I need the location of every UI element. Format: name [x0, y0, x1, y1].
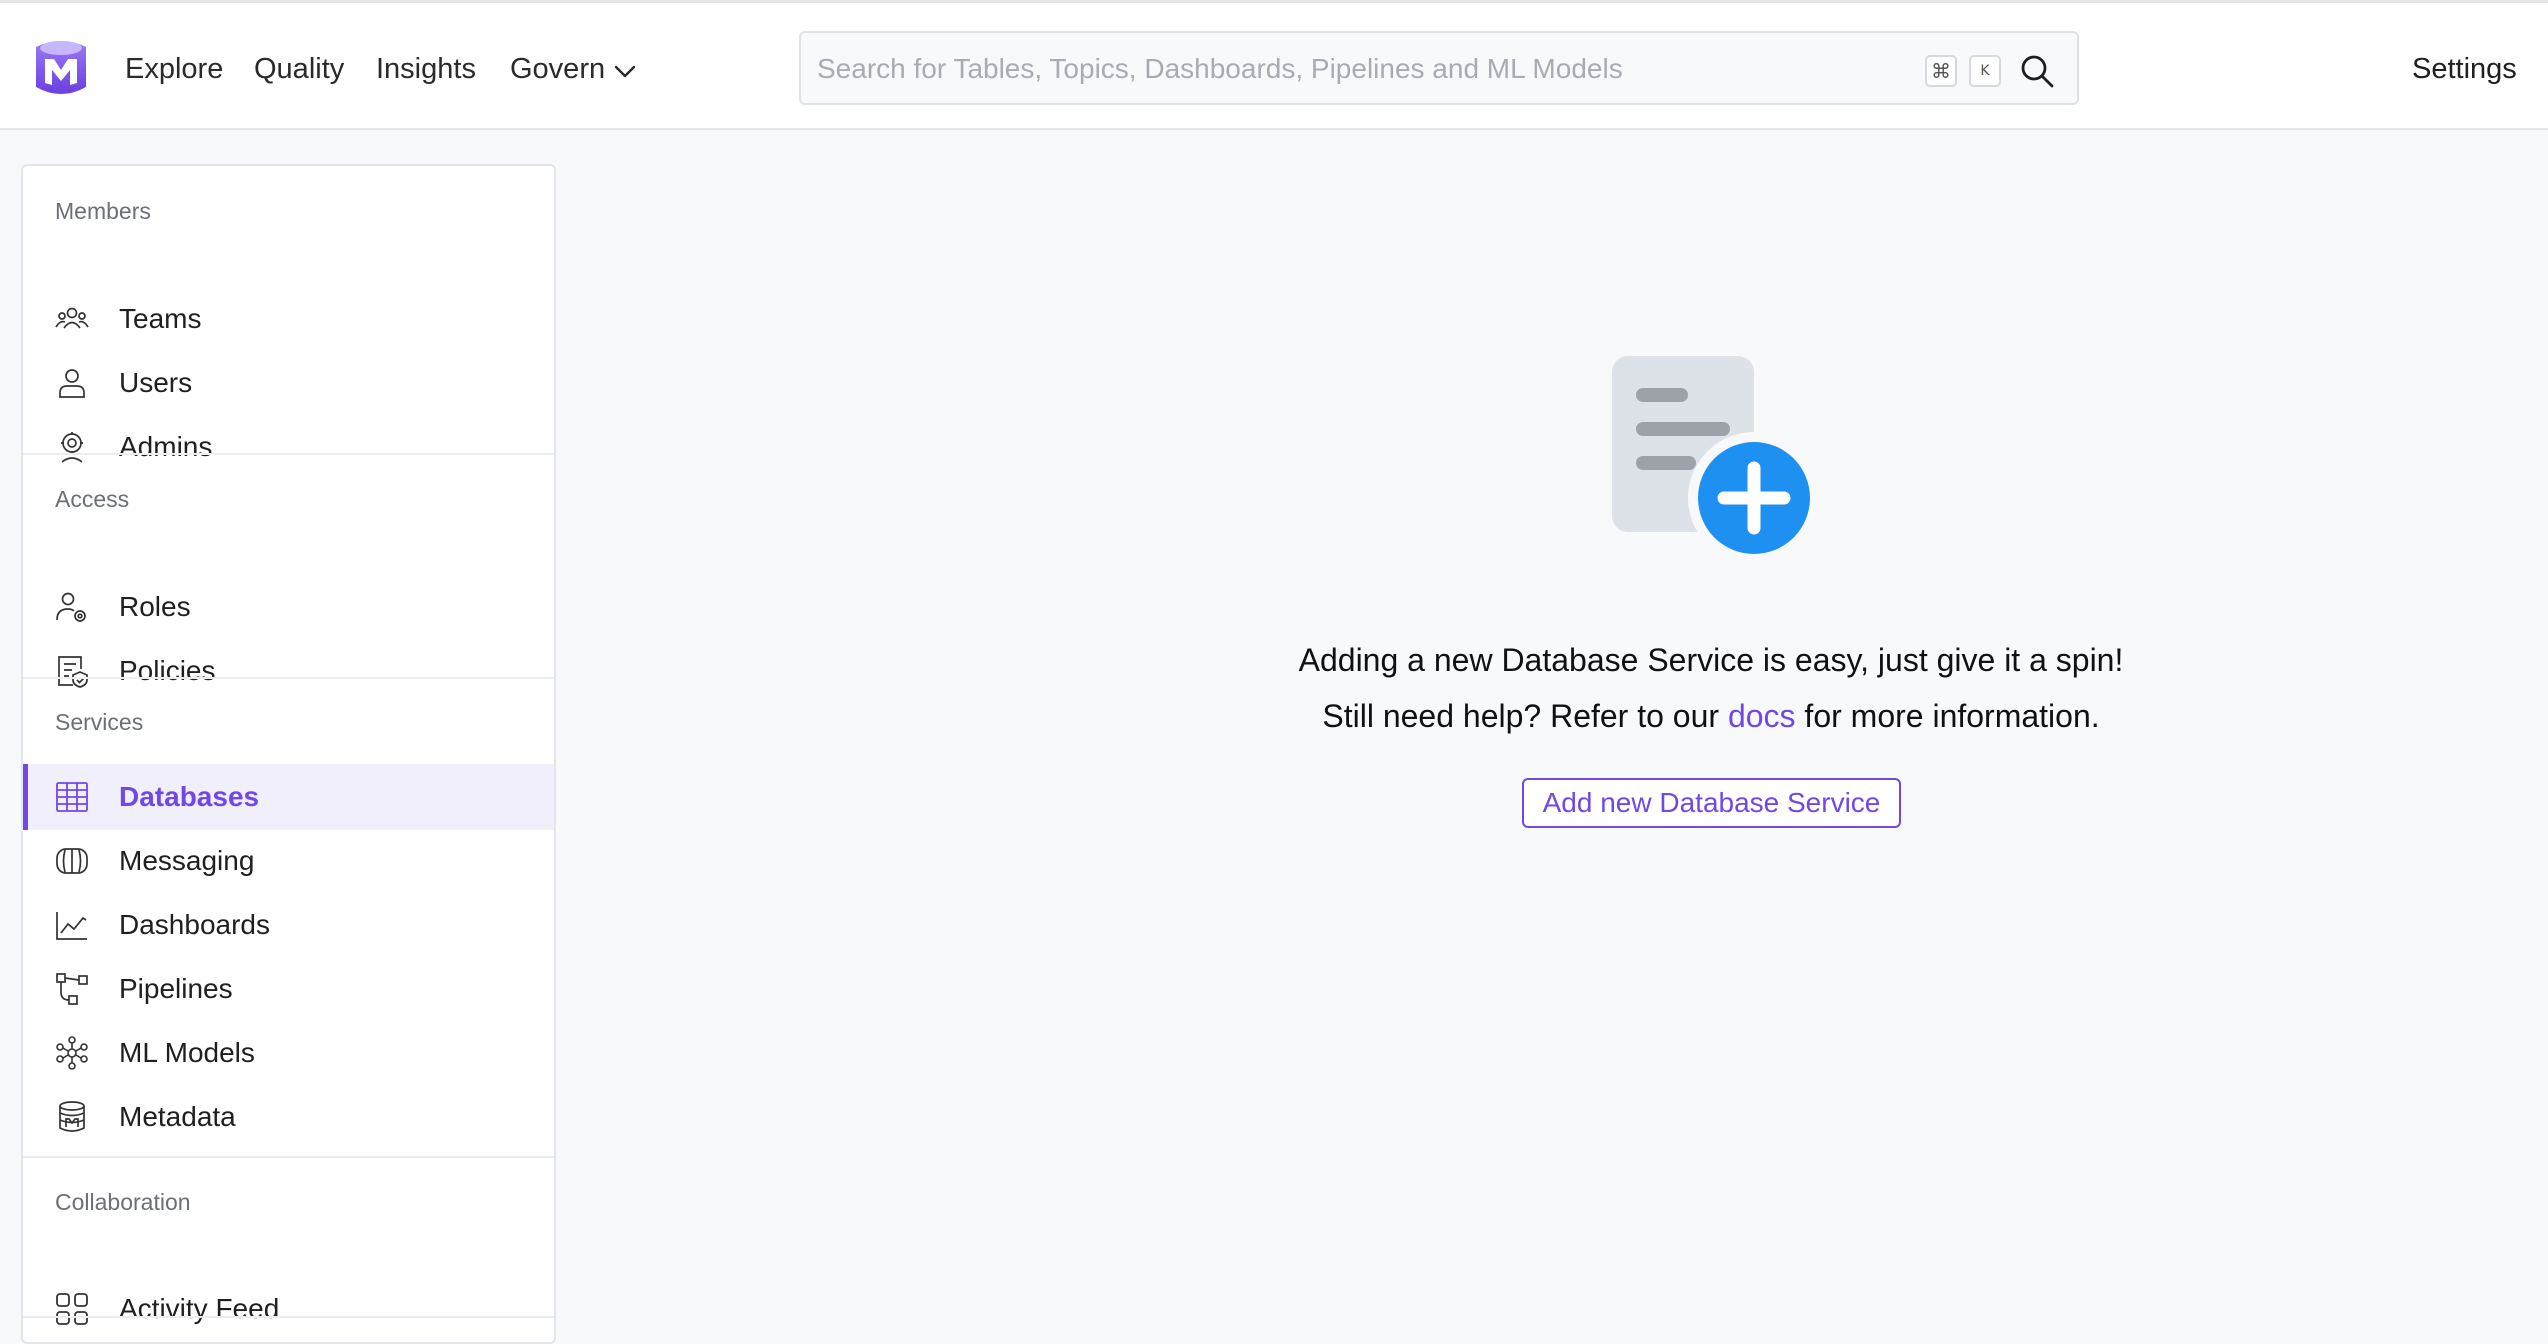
activity-feed-icon — [56, 1293, 88, 1325]
empty-state-help: Still need help? Refer to our docs for m… — [1100, 694, 2322, 738]
sidebar-item-label: Policies — [119, 655, 216, 686]
user-icon — [59, 369, 85, 398]
teams-icon — [55, 307, 89, 329]
dashboard-chart-icon — [56, 912, 87, 940]
sidebar-item-messaging[interactable]: Messaging — [23, 828, 554, 894]
sidebar-divider — [23, 1156, 554, 1158]
nav-settings[interactable]: Settings — [2412, 49, 2517, 89]
sidebar-item-label: Admins — [119, 431, 213, 462]
sidebar-item-activity-feed[interactable]: Activity Feed — [23, 1276, 554, 1342]
sidebar-divider — [23, 1316, 554, 1318]
settings-sidebar: Members Teams Users Admins Access Roles — [21, 164, 556, 1344]
sidebar-item-pipelines[interactable]: Pipelines — [23, 956, 554, 1022]
sidebar-item-teams[interactable]: Teams — [23, 286, 554, 352]
search-input[interactable] — [817, 47, 1917, 91]
sidebar-item-dashboards[interactable]: Dashboards — [23, 892, 554, 958]
sidebar-item-admins[interactable]: Admins — [23, 414, 554, 480]
sidebar-divider — [23, 677, 554, 679]
sidebar-item-label: Roles — [119, 591, 191, 622]
section-title-members: Members — [55, 198, 151, 224]
chevron-down-icon — [614, 65, 636, 78]
sidebar-item-label: Metadata — [119, 1101, 236, 1132]
section-title-access: Access — [55, 486, 130, 512]
global-search[interactable]: ⌘ K — [799, 31, 2079, 105]
sidebar-item-label: Activity Feed — [119, 1293, 280, 1324]
messaging-icon — [56, 848, 88, 874]
sidebar-item-label: Dashboards — [119, 909, 270, 940]
sidebar-item-ml-models[interactable]: ML Models — [23, 1020, 554, 1086]
roles-icon — [56, 592, 86, 622]
sidebar-divider — [23, 453, 554, 455]
help-text-after: for more information. — [1804, 698, 2100, 734]
section-title-collaboration: Collaboration — [55, 1189, 191, 1215]
metadata-icon — [59, 1101, 85, 1132]
pipeline-icon — [56, 973, 88, 1005]
ml-model-icon — [56, 1036, 88, 1070]
sidebar-item-label: Messaging — [119, 845, 255, 876]
empty-state-message: Adding a new Database Service is easy, j… — [1298, 642, 2124, 678]
sidebar-item-label: Teams — [119, 303, 202, 334]
nav-explore[interactable]: Explore — [125, 49, 223, 89]
top-navbar: Explore Quality Insights Govern ⌘ K Sett… — [0, 0, 2548, 130]
sidebar-item-databases[interactable]: Databases — [23, 764, 554, 830]
nav-govern-label: Govern — [510, 53, 606, 85]
help-text-before: Still need help? Refer to our — [1322, 698, 1720, 734]
sidebar-item-roles[interactable]: Roles — [23, 574, 554, 640]
shortcut-cmd-key: ⌘ — [1925, 55, 1957, 87]
nav-quality[interactable]: Quality — [254, 49, 344, 89]
section-title-services: Services — [55, 709, 144, 735]
admin-icon — [61, 432, 83, 463]
search-icon[interactable] — [2019, 53, 2055, 89]
sidebar-item-label: ML Models — [119, 1037, 255, 1068]
nav-govern-dropdown[interactable]: Govern — [510, 49, 637, 89]
sidebar-item-label: Users — [119, 367, 193, 398]
database-table-icon — [56, 782, 88, 812]
openmetadata-logo-icon[interactable] — [34, 37, 88, 99]
docs-link[interactable]: docs — [1728, 698, 1796, 734]
sidebar-item-policies[interactable]: Policies — [23, 638, 554, 704]
add-document-icon — [1612, 356, 1818, 558]
add-database-service-button[interactable]: Add new Database Service — [1522, 778, 1901, 828]
shortcut-k-key: K — [1969, 55, 2001, 87]
sidebar-item-label: Pipelines — [119, 973, 233, 1004]
nav-insights[interactable]: Insights — [376, 49, 476, 89]
sidebar-item-metadata[interactable]: Metadata — [23, 1084, 554, 1150]
policies-icon — [58, 656, 88, 688]
sidebar-item-users[interactable]: Users — [23, 350, 554, 416]
sidebar-item-label: Databases — [119, 781, 260, 812]
